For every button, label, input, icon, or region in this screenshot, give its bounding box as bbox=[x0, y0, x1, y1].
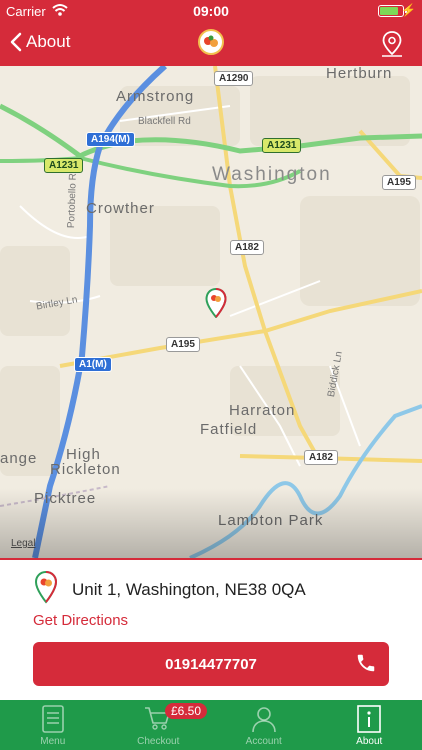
account-icon bbox=[251, 705, 277, 736]
location-panel: Unit 1, Washington, NE38 0QA Get Directi… bbox=[0, 558, 422, 700]
nav-bar: About bbox=[0, 22, 422, 66]
street-label: Blackfell Rd bbox=[138, 116, 191, 127]
map-pin-icon[interactable] bbox=[380, 30, 404, 63]
tab-label: Menu bbox=[40, 736, 66, 747]
status-time: 09:00 bbox=[193, 3, 229, 19]
phone-number: 01914477707 bbox=[165, 655, 257, 673]
info-icon bbox=[357, 705, 382, 736]
road-shield: A1(M) bbox=[74, 357, 112, 372]
map-label: Hertburn bbox=[326, 66, 393, 82]
map-label: Fatfield bbox=[200, 421, 258, 438]
road-shield: A1231 bbox=[262, 138, 302, 153]
map-label: ange bbox=[0, 450, 38, 467]
address-text: Unit 1, Washington, NE38 0QA bbox=[72, 579, 306, 599]
location-pin-icon bbox=[34, 570, 58, 609]
map-label: Picktree bbox=[34, 490, 97, 507]
call-button[interactable]: 01914477707 bbox=[33, 642, 389, 686]
tab-about[interactable]: About bbox=[317, 700, 422, 750]
restaurant-map-marker[interactable] bbox=[205, 288, 227, 318]
cart-total-badge: £6.50 bbox=[165, 703, 208, 719]
street-label: Portobello Rd bbox=[66, 167, 80, 229]
get-directions-link[interactable]: Get Directions bbox=[33, 612, 128, 629]
tab-label: Account bbox=[245, 736, 282, 747]
map-label: Lambton Park bbox=[218, 512, 324, 529]
tab-label: Checkout bbox=[137, 736, 180, 747]
road-shield: A195 bbox=[166, 337, 200, 352]
back-button[interactable]: About bbox=[10, 32, 70, 52]
chevron-left-icon bbox=[10, 32, 22, 52]
map-view[interactable]: Hertburn Armstrong Washington Crowther H… bbox=[0, 66, 422, 558]
road-shield: A182 bbox=[304, 450, 338, 465]
address-row: Unit 1, Washington, NE38 0QA bbox=[34, 570, 306, 609]
tab-account[interactable]: Account bbox=[211, 700, 317, 750]
road-shield: A194(M) bbox=[86, 132, 135, 147]
map-label: Washington bbox=[212, 164, 332, 185]
status-bar: Carrier 09:00 ⚡ bbox=[0, 0, 422, 22]
restaurant-logo bbox=[198, 29, 224, 55]
map-label: Crowther bbox=[86, 200, 155, 217]
map-label: Harraton bbox=[229, 402, 296, 419]
map-label: Armstrong bbox=[116, 88, 195, 105]
road-shield: A195 bbox=[382, 175, 416, 190]
tab-menu[interactable]: Menu bbox=[0, 700, 106, 750]
header: Carrier 09:00 ⚡ About bbox=[0, 0, 422, 66]
road-shield: A1290 bbox=[214, 71, 254, 86]
phone-icon bbox=[355, 652, 377, 678]
road-shield: A182 bbox=[230, 240, 264, 255]
tab-bar: Menu Checkout Account About £6.50 bbox=[0, 700, 422, 750]
tab-label: About bbox=[356, 736, 383, 747]
menu-icon bbox=[41, 705, 65, 736]
map-label: Rickleton bbox=[50, 461, 121, 478]
map-legal-link[interactable]: Legal bbox=[11, 538, 35, 549]
back-label: About bbox=[26, 32, 71, 51]
charging-icon: ⚡ bbox=[401, 3, 416, 17]
road-shield: A1231 bbox=[44, 158, 84, 173]
